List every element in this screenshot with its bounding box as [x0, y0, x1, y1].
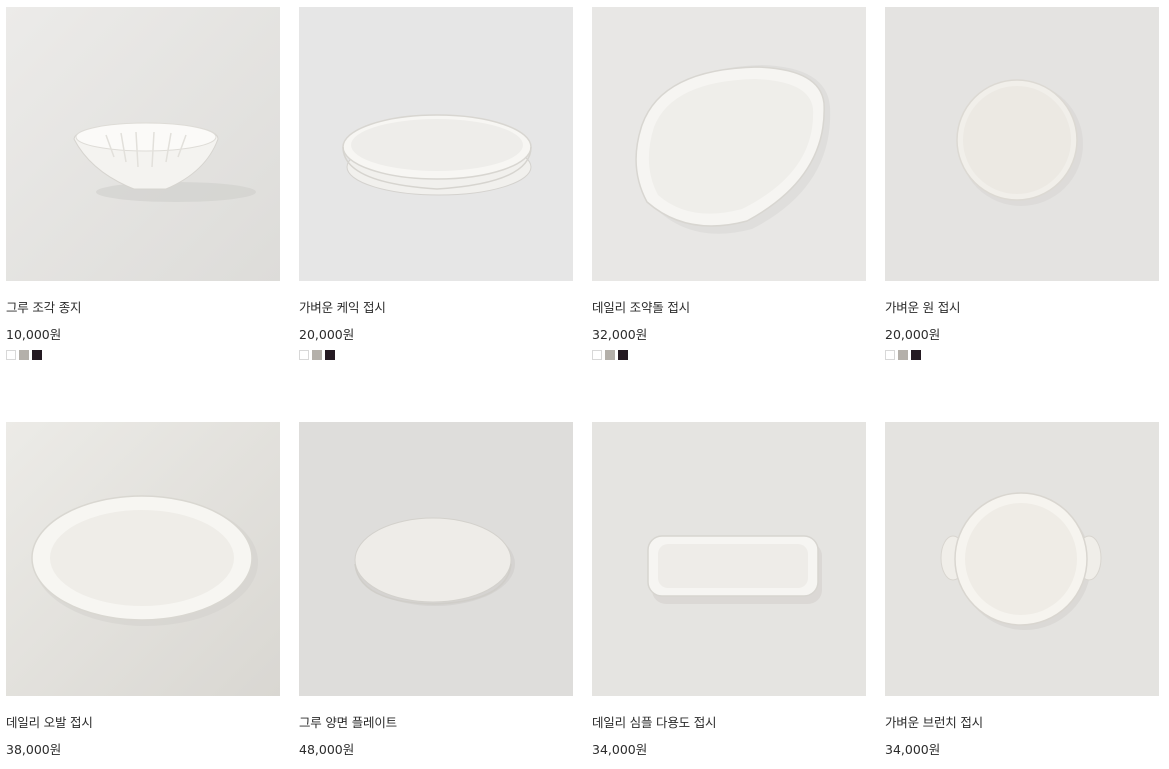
- product-card[interactable]: 그루 양면 플레이트 48,000원: [299, 422, 573, 758]
- product-name[interactable]: 그루 조각 종지: [6, 300, 280, 316]
- product-price: 20,000원: [299, 327, 355, 342]
- product-grid: 그루 조각 종지 10,000원 가벼운 케익 접시 20,000원 데일리 조…: [6, 7, 1160, 758]
- product-image[interactable]: [885, 422, 1159, 696]
- product-card[interactable]: 데일리 심플 다용도 접시 34,000원: [592, 422, 866, 758]
- product-card[interactable]: 가벼운 원 접시 20,000원: [885, 7, 1159, 360]
- rectangular-plate-image: [592, 422, 866, 696]
- product-price: 20,000원: [885, 327, 941, 342]
- color-swatches: [592, 350, 866, 360]
- product-image[interactable]: [885, 7, 1159, 281]
- product-image[interactable]: [6, 422, 280, 696]
- product-image[interactable]: [6, 7, 280, 281]
- color-swatches: [299, 350, 573, 360]
- product-row: 데일리 오발 접시 38,000원 그루 양면 플레이트 48,000원 데일리…: [6, 422, 1160, 758]
- product-name[interactable]: 가벼운 원 접시: [885, 300, 1159, 316]
- product-price: 48,000원: [299, 742, 355, 757]
- product-name[interactable]: 데일리 조약돌 접시: [592, 300, 866, 316]
- product-price: 10,000원: [6, 327, 62, 342]
- product-image[interactable]: [299, 7, 573, 281]
- oval-plate-image: [6, 422, 280, 696]
- swatch-gray[interactable]: [312, 350, 322, 360]
- swatch-black[interactable]: [32, 350, 42, 360]
- product-row: 그루 조각 종지 10,000원 가벼운 케익 접시 20,000원 데일리 조…: [6, 7, 1160, 360]
- swatch-white[interactable]: [299, 350, 309, 360]
- product-price: 34,000원: [885, 742, 941, 757]
- product-price: 38,000원: [6, 742, 62, 757]
- product-image[interactable]: [592, 422, 866, 696]
- swatch-white[interactable]: [6, 350, 16, 360]
- product-image[interactable]: [592, 7, 866, 281]
- product-card[interactable]: 가벼운 브런치 접시 34,000원: [885, 422, 1159, 758]
- swatch-black[interactable]: [911, 350, 921, 360]
- brunch-plate-image: [885, 422, 1159, 696]
- swatch-gray[interactable]: [19, 350, 29, 360]
- product-name[interactable]: 데일리 심플 다용도 접시: [592, 715, 866, 731]
- swatch-gray[interactable]: [605, 350, 615, 360]
- swatch-white[interactable]: [885, 350, 895, 360]
- pebble-plate-image: [592, 7, 866, 281]
- product-price: 32,000원: [592, 327, 648, 342]
- round-plate-image: [885, 7, 1159, 281]
- product-card[interactable]: 데일리 오발 접시 38,000원: [6, 422, 280, 758]
- swatch-gray[interactable]: [898, 350, 908, 360]
- color-swatches: [885, 350, 1159, 360]
- swatch-black[interactable]: [325, 350, 335, 360]
- product-price: 34,000원: [592, 742, 648, 757]
- product-name[interactable]: 가벼운 브런치 접시: [885, 715, 1159, 731]
- product-card[interactable]: 데일리 조약돌 접시 32,000원: [592, 7, 866, 360]
- product-image[interactable]: [299, 422, 573, 696]
- product-card[interactable]: 가벼운 케익 접시 20,000원: [299, 7, 573, 360]
- double-plate-image: [299, 422, 573, 696]
- color-swatches: [6, 350, 280, 360]
- bowl-image: [6, 7, 280, 281]
- product-name[interactable]: 그루 양면 플레이트: [299, 715, 573, 731]
- cake-plate-image: [299, 7, 573, 281]
- swatch-black[interactable]: [618, 350, 628, 360]
- product-name[interactable]: 가벼운 케익 접시: [299, 300, 573, 316]
- swatch-white[interactable]: [592, 350, 602, 360]
- product-name[interactable]: 데일리 오발 접시: [6, 715, 280, 731]
- product-card[interactable]: 그루 조각 종지 10,000원: [6, 7, 280, 360]
